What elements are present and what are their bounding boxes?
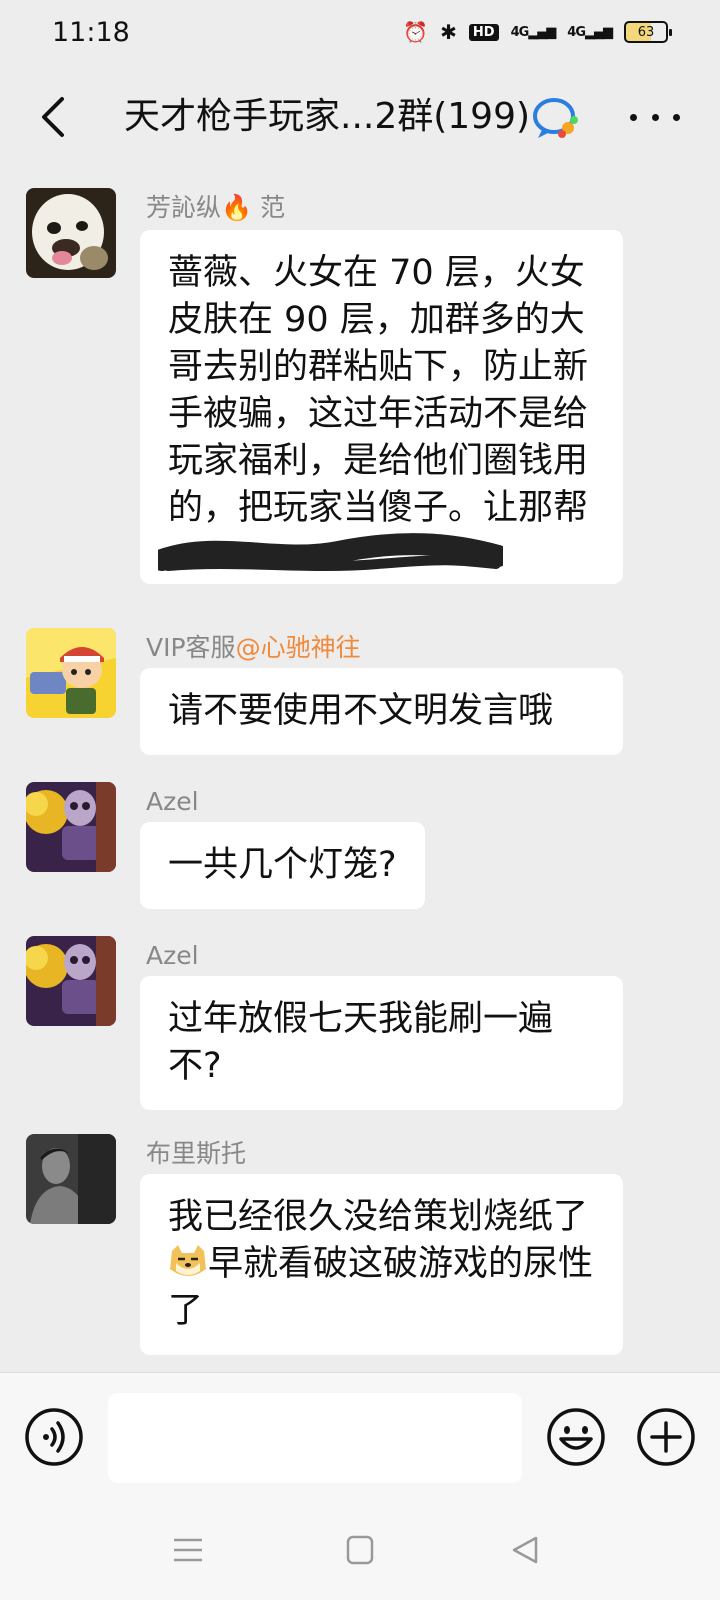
more-icon-dot — [630, 113, 637, 121]
message-item: Azel 过年放假七天我能刷一遍不? — [0, 936, 720, 1126]
sender-name: Azel — [146, 787, 199, 816]
message-bubble[interactable]: 一共几个灯笼? — [140, 822, 425, 909]
sender-name: 布里斯托 — [146, 1139, 247, 1168]
doge-emoji-icon — [170, 1245, 206, 1276]
plus-icon[interactable] — [636, 1407, 696, 1467]
more-icon-dot — [651, 113, 659, 121]
signal-icon-2: 4G▂▄▆ — [567, 24, 613, 40]
sender-name: 芳訫纵🔥 范 — [146, 193, 286, 222]
signal-label-1: 4G — [510, 24, 530, 40]
message-text-line-1: 我已经很久没给策划烧纸了 — [168, 1197, 589, 1237]
message-text: 过年放假七天我能刷一遍不? — [168, 999, 554, 1086]
back-button[interactable] — [28, 92, 78, 142]
hd-voice-badge: HD — [468, 23, 499, 41]
more-button[interactable] — [630, 102, 680, 132]
signal-label-2: 4G — [567, 24, 586, 40]
message-item: Azel 一共几个灯笼? — [0, 782, 720, 922]
sender-name: Azel — [146, 941, 199, 970]
message-bubble[interactable]: 过年放假七天我能刷一遍不? — [140, 976, 623, 1110]
input-bar — [0, 1372, 720, 1502]
sender-name: VIP客服@心驰神往 — [146, 628, 361, 668]
avatar[interactable] — [26, 936, 116, 1026]
signal-icon-1: 4G▂▄▆ — [510, 24, 557, 40]
group-chat-icon[interactable] — [532, 96, 580, 140]
more-icon-dot — [673, 113, 680, 121]
skeleton-avatar-icon — [26, 782, 116, 872]
cartoon-avatar-icon — [26, 628, 116, 718]
skeleton-avatar-icon — [26, 936, 116, 1026]
emoji-icon[interactable] — [546, 1407, 606, 1467]
avatar[interactable] — [26, 1134, 116, 1224]
menu-icon[interactable] — [168, 1532, 208, 1568]
message-text: 蔷薇、火女在 70 层，火女皮肤在 90 层，加群多的大哥去别的群粘贴下，防止新… — [168, 253, 589, 528]
person-avatar-icon — [26, 1134, 116, 1224]
battery-icon: 63 — [624, 21, 672, 43]
status-icons: ⏰ ✱ HD 4G▂▄▆ 4G▂▄▆ 63 — [403, 20, 672, 44]
message-item: VIP客服@心驰神往 请不要使用不文明发言哦 — [0, 628, 720, 768]
message-bubble[interactable]: 请不要使用不文明发言哦 — [140, 668, 623, 755]
voice-icon[interactable] — [24, 1407, 84, 1467]
message-input[interactable] — [108, 1393, 522, 1483]
battery-level: 63 — [637, 24, 655, 40]
message-list[interactable]: 芳訫纵🔥 范 蔷薇、火女在 70 层，火女皮肤在 90 层，加群多的大哥去别的群… — [0, 170, 720, 1370]
chat-title[interactable]: 天才枪手玩家...2群(199) — [124, 92, 530, 142]
message-item: 布里斯托 我已经很久没给策划烧纸了 早就看破这破游戏的尿性了 — [0, 1134, 720, 1370]
avatar[interactable] — [26, 782, 116, 872]
avatar[interactable] — [26, 628, 116, 718]
system-navigation-bar — [0, 1502, 720, 1600]
message-bubble[interactable]: 我已经很久没给策划烧纸了 早就看破这破游戏的尿性了 — [140, 1174, 623, 1355]
bluetooth-icon: ✱ — [440, 20, 457, 44]
message-item: 芳訫纵🔥 范 蔷薇、火女在 70 层，火女皮肤在 90 层，加群多的大哥去别的群… — [0, 188, 720, 608]
message-text-line-2: 早就看破这破游戏的尿性了 — [168, 1244, 594, 1331]
sender-mention[interactable]: @心驰神往 — [236, 633, 361, 662]
status-time: 11:18 — [52, 16, 130, 48]
home-icon[interactable] — [340, 1532, 380, 1568]
message-text: 一共几个灯笼? — [168, 845, 397, 885]
chat-header: 天才枪手玩家...2群(199) — [0, 64, 720, 170]
alarm-icon: ⏰ — [403, 20, 429, 44]
dog-avatar-icon — [26, 188, 116, 278]
sender-name-text: VIP客服 — [146, 633, 236, 662]
status-bar: 11:18 ⏰ ✱ HD 4G▂▄▆ 4G▂▄▆ 63 — [0, 0, 720, 64]
back-triangle-icon[interactable] — [506, 1532, 546, 1568]
chevron-left-icon — [42, 97, 64, 137]
avatar[interactable] — [26, 188, 116, 278]
redaction-scribble — [158, 533, 503, 571]
message-text: 请不要使用不文明发言哦 — [168, 691, 554, 731]
message-bubble[interactable]: 蔷薇、火女在 70 层，火女皮肤在 90 层，加群多的大哥去别的群粘贴下，防止新… — [140, 230, 623, 584]
